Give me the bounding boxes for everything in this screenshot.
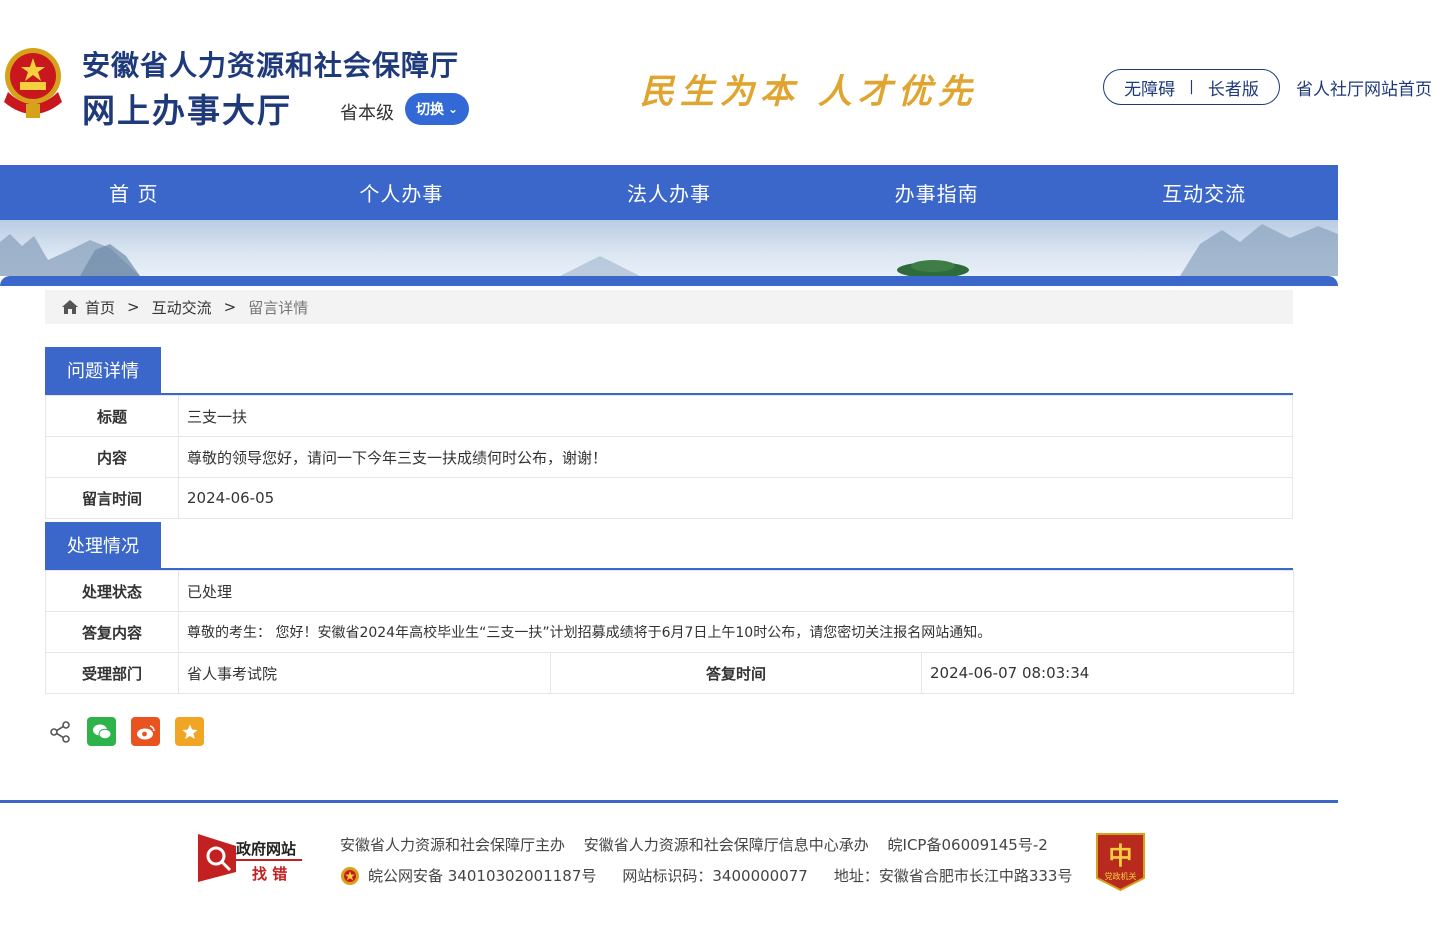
- site-title-line1: 安徽省人力资源和社会保障厅: [82, 49, 460, 82]
- breadcrumb: 首页 > 互动交流 > 留言详情: [45, 290, 1293, 324]
- breadcrumb-separator: >: [127, 298, 140, 316]
- mountain-scenery-image: [0, 224, 1338, 276]
- nav-interaction[interactable]: 互动交流: [1070, 165, 1338, 220]
- footer-address: 地址：安徽省合肥市长江中路333号: [833, 867, 1073, 885]
- nav-home[interactable]: 首 页: [0, 165, 268, 220]
- divider: |: [1189, 79, 1194, 95]
- gov-badge-divider: [236, 859, 302, 861]
- banner-bottom-bar: [0, 276, 1338, 286]
- content-value: 尊敬的领导您好，请问一下今年三支一扶成绩何时公布，谢谢！: [178, 436, 1293, 478]
- reply-time-label: 答复时间: [550, 652, 922, 694]
- status-value: 已处理: [178, 570, 1294, 612]
- police-record-link[interactable]: 皖公网安备 34010302001187号: [368, 865, 596, 886]
- table-row: 处理状态 已处理: [45, 570, 1294, 612]
- site-header: 安徽省人力资源和社会保障厅 网上办事大厅 省本级 切换 ⌄ 民生为本 人才优先 …: [0, 0, 1440, 165]
- message-time-label: 留言时间: [45, 477, 179, 519]
- search-error-icon: [198, 834, 236, 882]
- breadcrumb-current: 留言详情: [248, 298, 309, 317]
- level-label: 省本级: [340, 103, 394, 124]
- accessibility-link[interactable]: 无障碍: [1124, 75, 1175, 100]
- footer-sponsor-line: 安徽省人力资源和社会保障厅主办 安徽省人力资源和社会保障厅信息中心承办 皖ICP…: [340, 836, 1048, 854]
- status-label: 处理状态: [45, 570, 179, 612]
- svg-text:党政机关: 党政机关: [1105, 871, 1137, 881]
- breadcrumb-interaction[interactable]: 互动交流: [152, 297, 212, 318]
- favorite-icon[interactable]: [175, 717, 204, 746]
- footer-divider: [0, 800, 1338, 803]
- landscape-banner: [0, 220, 1338, 276]
- question-table: 标题 三支一扶 内容 尊敬的领导您好，请问一下今年三支一扶成绩何时公布，谢谢！ …: [45, 395, 1293, 519]
- gov-website-error-report-badge[interactable]: 政府网站 找 错: [196, 832, 308, 884]
- handling-section-tab: 处理情况: [45, 522, 161, 568]
- footer-record-line: 皖公网安备 34010302001187号 网站标识码：3400000077 地…: [340, 865, 1072, 886]
- title-label: 标题: [45, 395, 179, 437]
- gov-badge-subtitle: 找 错: [252, 865, 288, 883]
- gov-badge-title: 政府网站: [236, 840, 297, 858]
- table-row: 内容 尊敬的领导您好，请问一下今年三支一扶成绩何时公布，谢谢！: [45, 436, 1293, 478]
- handling-table: 处理状态 已处理 答复内容 尊敬的考生： 您好！安徽省2024年高校毕业生“三支…: [45, 570, 1294, 694]
- police-badge-icon: [341, 866, 359, 885]
- department-value: 省人事考试院: [178, 652, 551, 694]
- share-bar: [48, 717, 204, 746]
- table-row: 答复内容 尊敬的考生： 您好！安徽省2024年高校毕业生“三支一扶”计划招募成绩…: [45, 611, 1294, 653]
- switch-level-button[interactable]: 切换 ⌄: [405, 93, 469, 125]
- message-time-value: 2024-06-05: [178, 477, 1293, 519]
- title-value: 三支一扶: [178, 395, 1293, 437]
- reply-value: 尊敬的考生： 您好！安徽省2024年高校毕业生“三支一扶”计划招募成绩将于6月7…: [178, 611, 1294, 653]
- nav-guide[interactable]: 办事指南: [803, 165, 1071, 220]
- nav-corporate[interactable]: 法人办事: [535, 165, 803, 220]
- accessibility-switch: 无障碍 | 长者版: [1103, 69, 1280, 105]
- elder-mode-link[interactable]: 长者版: [1208, 75, 1259, 100]
- chevron-down-icon: ⌄: [447, 102, 459, 116]
- share-icon[interactable]: [48, 720, 72, 744]
- wechat-icon[interactable]: [87, 717, 116, 746]
- svg-text:中: 中: [1109, 841, 1133, 870]
- table-row: 标题 三支一扶: [45, 395, 1293, 437]
- site-home-link[interactable]: 省人社厅网站首页: [1296, 75, 1432, 100]
- home-icon: [62, 300, 78, 314]
- table-row: 受理部门 省人事考试院 答复时间 2024-06-07 08:03:34: [45, 652, 1294, 694]
- switch-label: 切换: [415, 102, 444, 118]
- breadcrumb-home[interactable]: 首页: [85, 297, 115, 318]
- reply-label: 答复内容: [45, 611, 179, 653]
- nav-personal[interactable]: 个人办事: [268, 165, 536, 220]
- slogan-calligraphy: 民生为本 人才优先: [640, 72, 978, 112]
- department-label: 受理部门: [45, 652, 179, 694]
- weibo-icon[interactable]: [131, 717, 160, 746]
- party-government-badge-icon[interactable]: 中 党政机关: [1093, 830, 1148, 892]
- question-section-tab: 问题详情: [45, 347, 161, 393]
- site-code: 网站标识码：3400000077: [622, 867, 808, 885]
- national-emblem-icon: [4, 48, 62, 118]
- content-label: 内容: [45, 436, 179, 478]
- breadcrumb-separator: >: [223, 298, 237, 316]
- table-row: 留言时间 2024-06-05: [45, 477, 1293, 519]
- site-title-line2: 网上办事大厅: [82, 91, 292, 130]
- main-nav: 首 页 个人办事 法人办事 办事指南 互动交流: [0, 165, 1338, 220]
- reply-time-value: 2024-06-07 08:03:34: [921, 652, 1294, 694]
